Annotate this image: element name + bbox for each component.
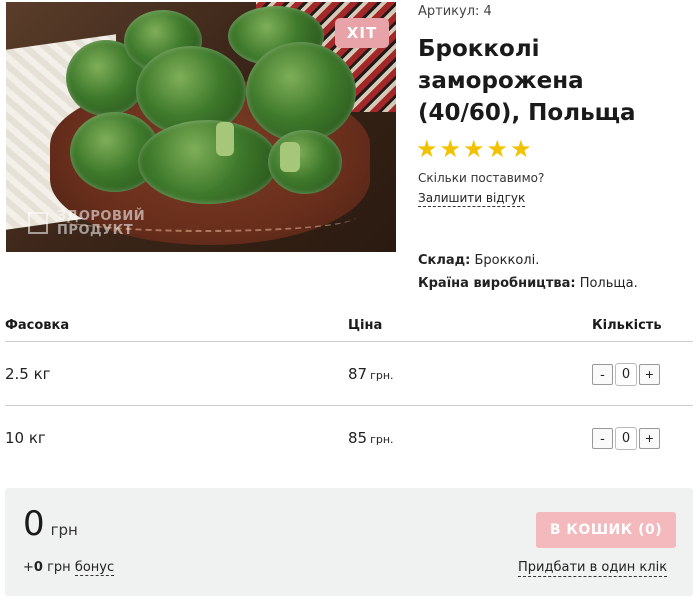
table-row: 2.5 кг 87грн. - + bbox=[5, 343, 693, 406]
row-pack: 2.5 кг bbox=[5, 365, 51, 383]
header-pack: Фасовка bbox=[5, 318, 70, 333]
cart-total-currency: грн bbox=[50, 521, 78, 539]
country-spec: Країна виробництва: Польща. bbox=[418, 276, 638, 291]
increment-button[interactable]: + bbox=[639, 428, 660, 449]
increment-button[interactable]: + bbox=[639, 364, 660, 385]
decrement-button[interactable]: - bbox=[592, 364, 613, 385]
quantity-stepper: - + bbox=[592, 427, 660, 450]
cart-panel: 0 грн +0 грн бонус В КОШИК (0) Придбати в… bbox=[5, 488, 693, 596]
table-header: Фасовка Ціна Кількість bbox=[5, 318, 693, 342]
watermark-logo-icon bbox=[28, 212, 48, 234]
watermark-line-2: ПРОДУКТ bbox=[57, 223, 134, 238]
quantity-stepper: - + bbox=[592, 363, 660, 386]
star-icon[interactable]: ★ bbox=[440, 136, 462, 162]
cart-total: 0 грн bbox=[23, 504, 78, 544]
composition-spec: Склад: Брокколі. bbox=[418, 253, 539, 268]
rating-question: Скільки поставимо? bbox=[418, 171, 545, 185]
row-pack: 10 кг bbox=[5, 429, 46, 447]
composition-value: Брокколі. bbox=[474, 253, 540, 268]
bonus-prefix: + bbox=[23, 560, 34, 575]
row-price: 85 грн. bbox=[348, 429, 394, 447]
star-icon[interactable]: ★ bbox=[487, 136, 509, 162]
star-icon[interactable]: ★ bbox=[510, 136, 532, 162]
composition-label: Склад: bbox=[418, 253, 471, 268]
hit-badge: ХІТ bbox=[335, 18, 389, 48]
row-price-value: 85 bbox=[348, 429, 368, 447]
country-label: Країна виробництва: bbox=[418, 276, 576, 291]
table-row: 10 кг 85грн. - + bbox=[5, 407, 693, 470]
header-qty: Кількість bbox=[592, 318, 662, 333]
country-value: Польща. bbox=[579, 276, 638, 291]
quantity-input[interactable] bbox=[615, 427, 637, 450]
bonus-currency: грн bbox=[47, 560, 71, 575]
product-title: Брокколі заморожена (40/60), Польща bbox=[418, 36, 636, 126]
bonus-info: +0 грн бонус bbox=[23, 560, 115, 576]
bonus-link[interactable]: бонус bbox=[74, 560, 115, 576]
row-price-currency: грн. bbox=[370, 369, 394, 382]
broccoli-floret bbox=[138, 120, 278, 204]
quantity-input[interactable] bbox=[615, 363, 637, 386]
product-image[interactable]: ЗДОРОВИЙ ПРОДУКТ ХІТ bbox=[6, 2, 396, 252]
row-price-currency: грн. bbox=[370, 433, 394, 446]
broccoli-floret bbox=[246, 42, 356, 142]
product-sku: Артикул: 4 bbox=[418, 4, 492, 19]
star-icon[interactable]: ★ bbox=[416, 136, 438, 162]
add-to-cart-button[interactable]: В КОШИК (0) bbox=[536, 512, 676, 548]
buy-one-click-link[interactable]: Придбати в один клік bbox=[518, 560, 668, 577]
bonus-amount: 0 bbox=[33, 560, 43, 575]
image-watermark: ЗДОРОВИЙ ПРОДУКТ bbox=[28, 210, 145, 238]
decrement-button[interactable]: - bbox=[592, 428, 613, 449]
watermark-line-1: ЗДОРОВИЙ bbox=[57, 209, 146, 224]
leave-review-link[interactable]: Залишити відгук bbox=[418, 191, 526, 207]
broccoli-stem bbox=[216, 122, 234, 156]
cart-total-amount: 0 bbox=[23, 504, 45, 544]
header-price: Ціна bbox=[348, 318, 383, 333]
star-icon[interactable]: ★ bbox=[463, 136, 485, 162]
row-price: 87 грн. bbox=[348, 365, 394, 383]
broccoli-stem bbox=[280, 142, 300, 172]
rating-stars[interactable]: ★ ★ ★ ★ ★ bbox=[416, 136, 532, 162]
row-price-value: 87 bbox=[348, 365, 368, 383]
